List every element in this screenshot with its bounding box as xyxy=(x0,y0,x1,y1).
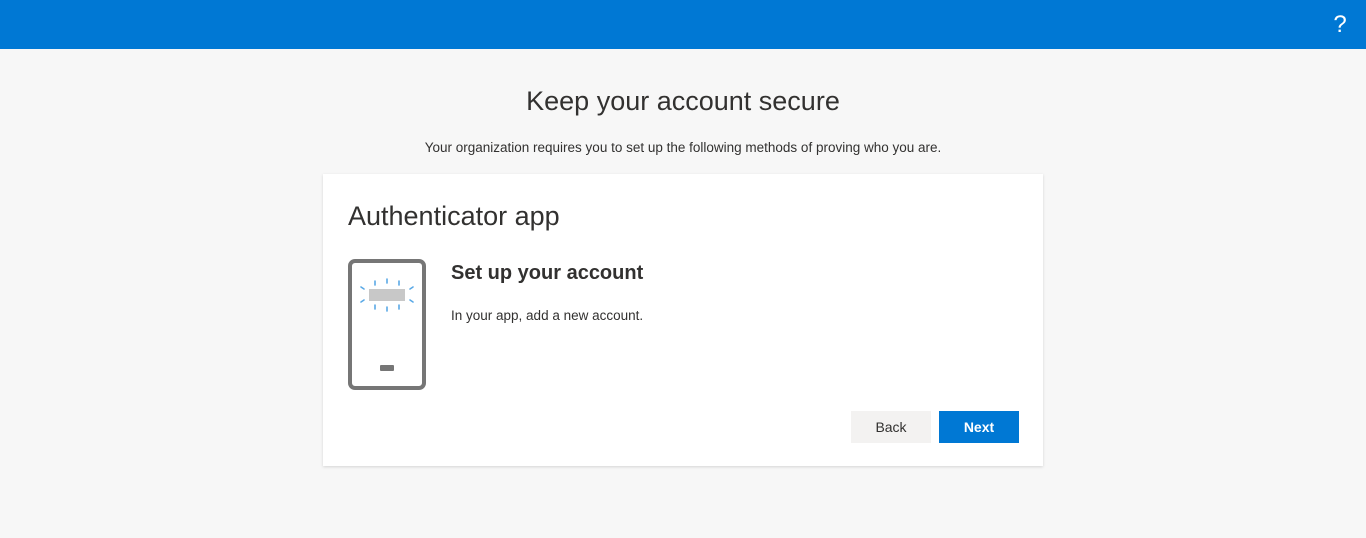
setup-card: Authenticator app Set up your account In… xyxy=(323,174,1043,466)
phone-illustration-icon xyxy=(348,259,426,390)
back-button[interactable]: Back xyxy=(851,411,931,443)
step-title: Set up your account xyxy=(451,262,644,284)
page-subtitle: Your organization requires you to set up… xyxy=(424,140,942,155)
next-button[interactable]: Next xyxy=(939,411,1019,443)
card-title: Authenticator app xyxy=(348,201,560,231)
top-bar: ? xyxy=(0,0,1366,49)
help-button[interactable]: ? xyxy=(1328,10,1352,40)
step-description: In your app, add a new account. xyxy=(451,308,644,323)
page-title: Keep your account secure xyxy=(526,86,840,116)
question-mark-icon: ? xyxy=(1333,11,1347,38)
